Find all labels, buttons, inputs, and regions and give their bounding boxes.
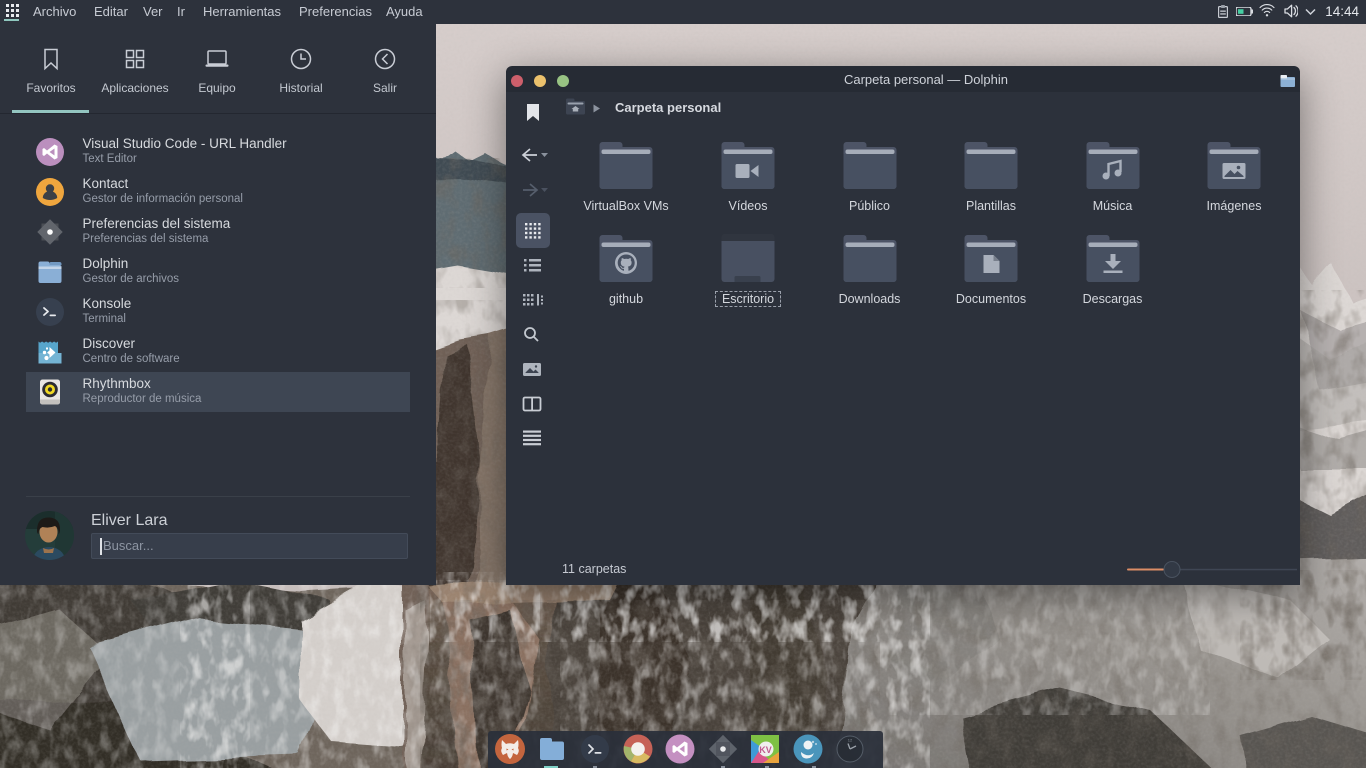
svg-text:12: 12 xyxy=(848,738,853,743)
svg-text:KV: KV xyxy=(759,745,772,755)
